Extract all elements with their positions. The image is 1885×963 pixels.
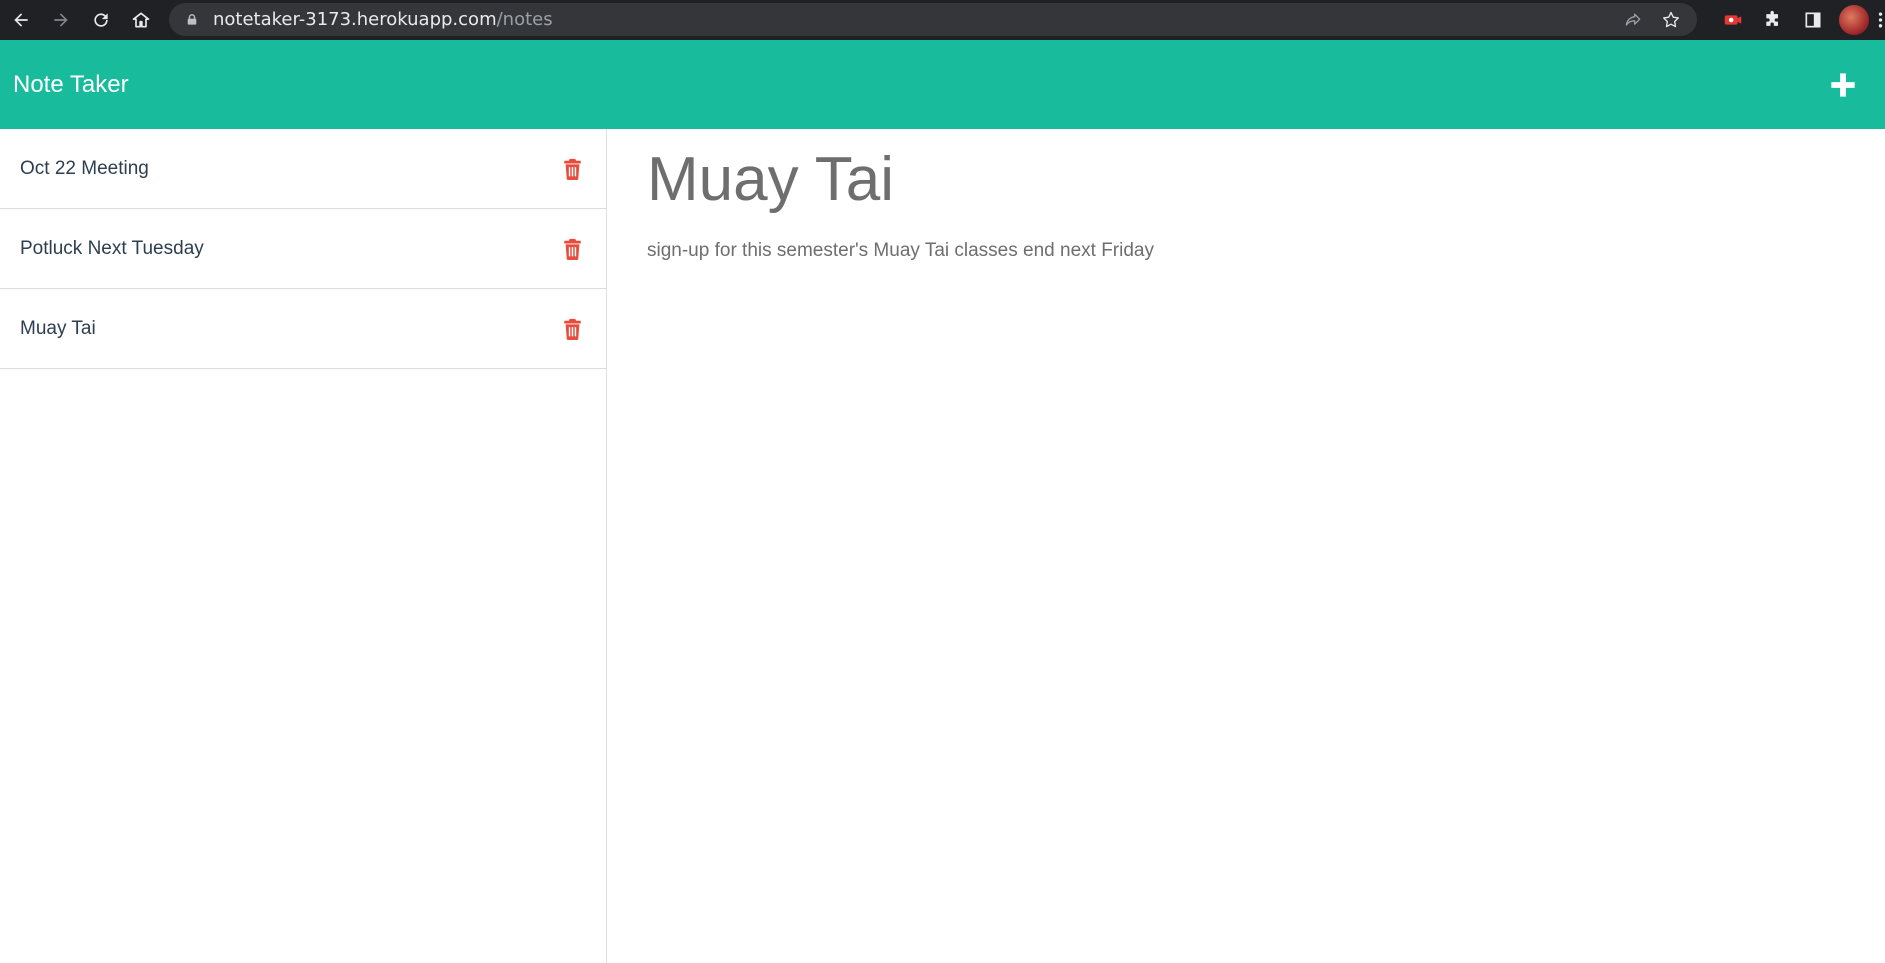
trash-icon[interactable]: [561, 156, 583, 182]
back-icon[interactable]: [8, 7, 34, 33]
trash-icon[interactable]: [561, 316, 583, 342]
browser-toolbar: notetaker-3173.herokuapp.com/notes: [0, 0, 1885, 40]
app-title[interactable]: Note Taker: [13, 71, 129, 99]
home-icon[interactable]: [128, 7, 154, 33]
note-list-item[interactable]: Muay Tai: [0, 289, 606, 369]
note-detail: Muay Tai sign-up for this semester's Mua…: [647, 140, 1847, 262]
note-list-item[interactable]: Oct 22 Meeting: [0, 129, 606, 209]
forward-icon[interactable]: [48, 7, 74, 33]
side-panel-icon[interactable]: [1799, 6, 1827, 34]
profile-avatar[interactable]: [1839, 5, 1869, 35]
reload-icon[interactable]: [88, 7, 114, 33]
trash-icon[interactable]: [561, 236, 583, 262]
note-text-field[interactable]: sign-up for this semester's Muay Tai cla…: [647, 240, 1847, 262]
puzzle-icon[interactable]: [1759, 6, 1787, 34]
url-path: /notes: [496, 9, 553, 30]
note-list-item-title: Oct 22 Meeting: [20, 157, 149, 179]
note-list-item[interactable]: Potluck Next Tuesday: [0, 209, 606, 289]
address-bar[interactable]: notetaker-3173.herokuapp.com/notes: [169, 3, 1697, 36]
menu-dots-icon[interactable]: [1875, 6, 1885, 34]
url-host: notetaker-3173.herokuapp.com: [213, 9, 497, 30]
star-icon[interactable]: [1659, 8, 1683, 32]
plus-icon[interactable]: [1825, 67, 1861, 103]
note-list-item-title: Muay Tai: [20, 317, 96, 339]
note-list-item-title: Potluck Next Tuesday: [20, 237, 204, 259]
extension-record-icon[interactable]: [1719, 6, 1747, 34]
note-title-field[interactable]: Muay Tai: [647, 140, 1847, 220]
url-text[interactable]: notetaker-3173.herokuapp.com/notes: [213, 9, 553, 30]
app-navbar: Note Taker: [0, 40, 1885, 129]
lock-icon[interactable]: [185, 13, 199, 27]
note-list: Oct 22 Meeting Potluck Next Tuesday Muay…: [0, 129, 607, 963]
share-icon[interactable]: [1621, 8, 1645, 32]
